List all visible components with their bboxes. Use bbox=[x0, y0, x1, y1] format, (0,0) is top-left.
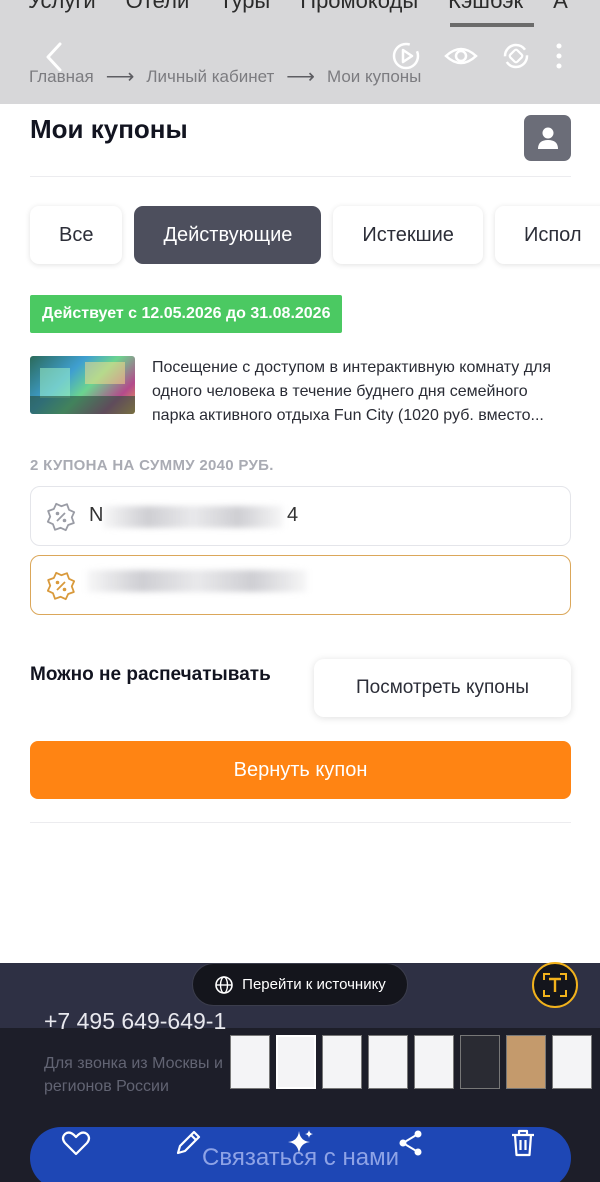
top-nav-item[interactable]: Туры bbox=[219, 0, 270, 14]
image-thumb[interactable] bbox=[368, 1035, 408, 1089]
image-thumb[interactable] bbox=[230, 1035, 270, 1089]
gallery-action-bar bbox=[0, 1124, 600, 1164]
profile-button[interactable] bbox=[524, 115, 571, 161]
return-coupon-button[interactable]: Вернуть купон bbox=[30, 741, 571, 799]
redacted-code bbox=[103, 506, 283, 528]
divider bbox=[30, 176, 571, 177]
trash-icon[interactable] bbox=[508, 1128, 538, 1158]
coupon-code-end: 4 bbox=[287, 504, 299, 526]
share-icon[interactable] bbox=[396, 1128, 426, 1158]
user-icon bbox=[537, 127, 558, 149]
image-thumb[interactable] bbox=[414, 1035, 454, 1089]
go-to-source-label: Перейти к источнику bbox=[242, 976, 386, 993]
more-vertical-icon[interactable] bbox=[554, 41, 564, 71]
breadcrumb-arrow-icon: ⟶ bbox=[286, 66, 315, 88]
sparkle-icon[interactable] bbox=[285, 1128, 315, 1158]
support-phone-note: Для звонка из Москвы и регионов России bbox=[44, 1055, 223, 1095]
breadcrumb-current: Мои купоны bbox=[326, 66, 422, 86]
offer-thumbnail[interactable] bbox=[30, 356, 135, 414]
top-nav-item[interactable]: Промокоды bbox=[300, 0, 418, 14]
image-thumb[interactable] bbox=[506, 1035, 546, 1089]
image-thumb[interactable] bbox=[552, 1035, 592, 1089]
image-strip bbox=[230, 1035, 592, 1089]
print-note: Можно не распечатывать bbox=[30, 664, 271, 685]
discount-tag-icon bbox=[46, 571, 76, 601]
rotate-icon[interactable] bbox=[500, 40, 532, 72]
breadcrumb: Главная ⟶ Личный кабинет ⟶ Мои купоны bbox=[29, 64, 421, 89]
divider bbox=[30, 822, 571, 823]
pencil-icon[interactable] bbox=[173, 1128, 203, 1158]
image-thumb[interactable] bbox=[322, 1035, 362, 1089]
text-select-button[interactable] bbox=[532, 962, 578, 1008]
top-nav-item[interactable]: А bbox=[553, 0, 568, 14]
redacted-code bbox=[87, 570, 307, 592]
text-extract-icon bbox=[543, 973, 567, 997]
tab-active[interactable]: Действующие bbox=[134, 206, 322, 264]
coupon-code-row-selected[interactable] bbox=[30, 555, 571, 615]
eye-icon[interactable] bbox=[444, 40, 478, 72]
view-coupons-button[interactable]: Посмотреть купоны bbox=[314, 659, 571, 717]
top-nav-item[interactable]: Услуги bbox=[28, 0, 96, 14]
image-thumb[interactable] bbox=[460, 1035, 500, 1089]
discount-tag-icon bbox=[46, 502, 76, 532]
top-nav: Услуги Отели Туры Промокоды Кэшбэк А bbox=[28, 0, 568, 27]
offer-description[interactable]: Посещение с доступом в интерактивную ком… bbox=[152, 356, 572, 428]
validity-badge: Действует с 12.05.2026 до 31.08.2026 bbox=[30, 295, 343, 333]
top-nav-active-indicator bbox=[450, 23, 534, 27]
top-nav-item[interactable]: Кэшбэк bbox=[448, 0, 523, 14]
tab-expired[interactable]: Истекшие bbox=[333, 206, 483, 264]
image-thumb-current[interactable] bbox=[276, 1035, 316, 1089]
support-phone[interactable]: +7 495 649-649-1 bbox=[44, 1008, 226, 1035]
coupon-code-start: N bbox=[89, 504, 104, 526]
page-title: Мои купоны bbox=[30, 114, 188, 144]
breadcrumb-account[interactable]: Личный кабинет bbox=[146, 67, 274, 87]
tab-all[interactable]: Все bbox=[30, 206, 123, 264]
tab-used[interactable]: Испол bbox=[494, 206, 600, 264]
coupon-summary: 2 КУПОНА НА СУММУ 2040 РУБ. bbox=[30, 457, 274, 474]
coupon-code-row[interactable]: N 4 bbox=[30, 486, 571, 546]
coupon-tabs: Все Действующие Истекшие Испол bbox=[30, 206, 600, 264]
heart-icon[interactable] bbox=[61, 1128, 91, 1158]
globe-icon bbox=[215, 975, 233, 994]
top-nav-item[interactable]: Отели bbox=[126, 0, 190, 14]
breadcrumb-arrow-icon: ⟶ bbox=[105, 66, 135, 88]
top-overlay-bar: Услуги Отели Туры Промокоды Кэшбэк А Гла… bbox=[0, 0, 600, 104]
breadcrumb-home[interactable]: Главная bbox=[29, 67, 94, 87]
go-to-source-button[interactable]: Перейти к источнику bbox=[192, 963, 408, 1006]
